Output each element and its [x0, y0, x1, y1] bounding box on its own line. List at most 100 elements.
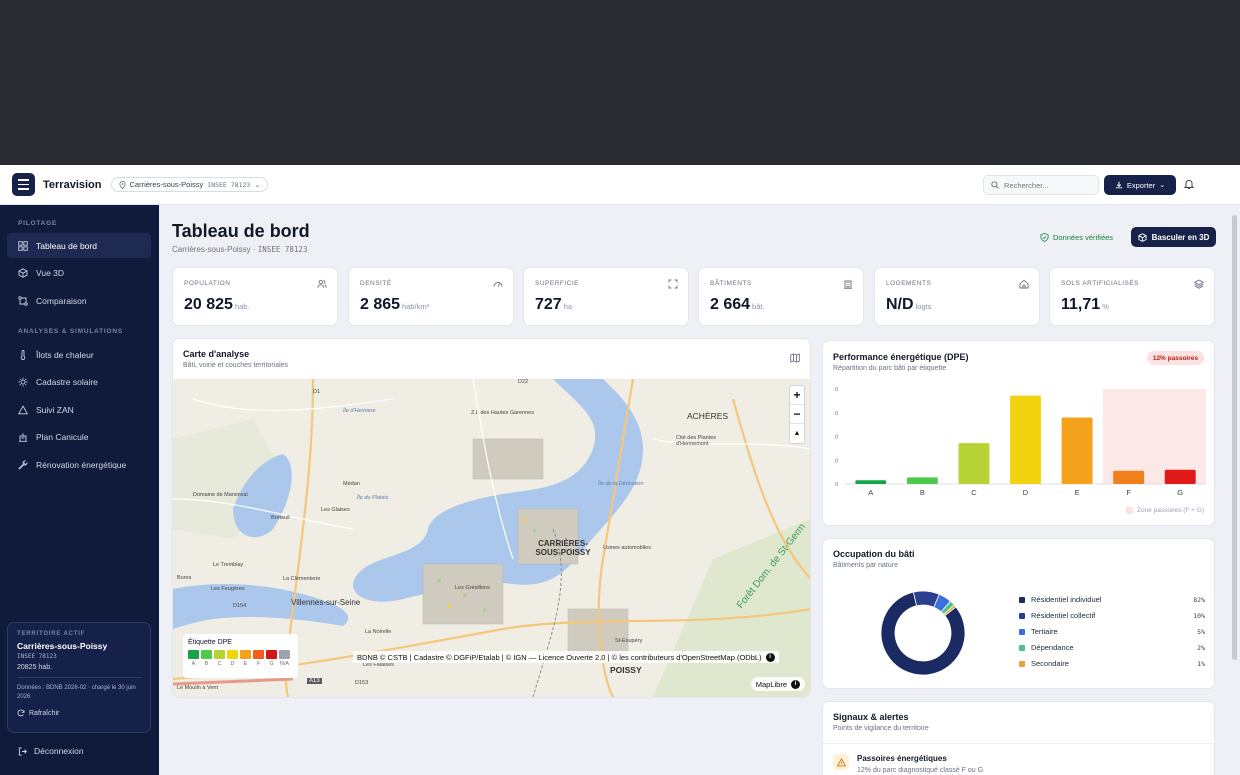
dpe-bar[interactable]: [1010, 395, 1041, 484]
search-icon: [991, 181, 999, 189]
map-card-subtitle: Bâti, voirie et couches territoriales: [183, 362, 289, 369]
toggle-3d-label: Basculer en 3D: [1151, 232, 1210, 242]
refresh-icon: [17, 709, 25, 717]
info-icon[interactable]: i: [765, 652, 775, 662]
kpi-label: LOGEMENTS: [886, 280, 932, 287]
sidebar-item-energy-renovation[interactable]: Rénovation énergétique: [7, 452, 151, 477]
kpi-value: 727: [535, 296, 562, 313]
sidebar-item-heat-islands[interactable]: Îlots de chaleur: [7, 342, 151, 367]
map-layers-icon[interactable]: [790, 353, 800, 363]
refresh-button[interactable]: Rafraîchir: [17, 709, 141, 717]
legend-swatch: [1019, 644, 1025, 651]
occupation-legend-item: Secondaire 1%: [1019, 659, 1205, 668]
map-place-label: Les Glaises: [321, 507, 350, 513]
dpe-bar[interactable]: [1164, 469, 1196, 484]
divider: [17, 677, 141, 678]
map-zoom-controls: + − ▲: [789, 385, 805, 444]
map-road-label: D22: [518, 379, 529, 385]
refresh-button-label: Rafraîchir: [29, 709, 60, 717]
verified-badge: Données vérifiées: [1040, 233, 1113, 242]
legend-swatch: [1019, 628, 1025, 635]
x-tick-label: C: [971, 488, 977, 497]
compare-icon: [18, 295, 28, 306]
legend-swatch: [1019, 596, 1025, 603]
dpe-legend-swatch: [266, 650, 277, 659]
kpi-value-row: 2 865 hab/km²: [360, 296, 502, 314]
sun-icon: [18, 377, 28, 386]
page-title: Tableau de bord: [172, 221, 310, 241]
maplibre-label: MapLibre: [755, 679, 787, 689]
compass-button[interactable]: ▲: [790, 424, 804, 443]
gauge-icon: [493, 282, 503, 287]
kpi-value: 2 664: [710, 296, 751, 313]
sidebar-section-pilotage: PILOTAGE: [18, 220, 58, 227]
alerts-card-subtitle: Points de vigilance du territoire: [833, 725, 929, 732]
dpe-legend-swatch: [214, 650, 225, 659]
search-input[interactable]: [1004, 180, 1094, 190]
dpe-bar[interactable]: [1113, 470, 1145, 484]
export-button[interactable]: Exporter ⌄: [1104, 175, 1176, 195]
x-tick-label: G: [1177, 488, 1183, 497]
map-place-label: Domaine de Marsinval: [193, 492, 248, 498]
sidebar-item-comparison[interactable]: Comparaison: [7, 288, 151, 313]
bell-icon[interactable]: [1183, 178, 1195, 190]
dpe-card-subtitle: Répartition du parc bâti par étiquette: [833, 365, 947, 372]
map-place-label: Le Tremblay: [213, 562, 244, 568]
dpe-bar[interactable]: [1061, 417, 1093, 485]
top-bar: Terravision Carrières-sous-Poissy INSEE …: [0, 165, 1240, 205]
map-card-title: Carte d'analyse: [183, 349, 250, 359]
map-place-label: CARRIÈRES-SOUS-POISSY: [535, 539, 591, 557]
kpi-unit: logts: [915, 302, 932, 311]
active-territory-card: TERRITOIRE ACTIF Carrières-sous-Poissy I…: [7, 622, 151, 733]
toggle-3d-button[interactable]: Basculer en 3D: [1131, 227, 1216, 247]
occupation-donut-chart: [880, 590, 966, 676]
info-icon[interactable]: i: [791, 679, 800, 689]
legend-label: Secondaire: [1031, 659, 1069, 668]
passoires-badge: 12% passoires: [1146, 351, 1204, 365]
kpi-unit: hab/km²: [402, 302, 430, 311]
map-place-label: Breteuil: [271, 515, 290, 521]
zoom-out-button[interactable]: −: [790, 405, 804, 424]
legend-label: Résidentiel collectif: [1031, 611, 1096, 620]
download-icon: [1115, 181, 1123, 189]
dpe-legend-label: N/A: [279, 661, 290, 667]
sidebar-item-heatwave-plan[interactable]: Plan Canicule: [7, 424, 151, 449]
page-subtitle-name: Carrières-sous-Poissy ·: [172, 245, 258, 254]
dpe-bar[interactable]: [958, 443, 990, 484]
logout-button[interactable]: Déconnexion: [18, 746, 84, 756]
brand-name: Terravision: [43, 178, 102, 191]
sidebar-item-solar-cadastre[interactable]: Cadastre solaire: [7, 369, 151, 394]
alert-item[interactable]: Passoires énergétiques 12% du parc diagn…: [823, 743, 1214, 775]
page-subtitle: Carrières-sous-Poissy · INSEE 78123: [172, 245, 307, 254]
kpi-buildings: BÂTIMENTS 2 664 bât.: [698, 267, 864, 326]
legend-label: Dépendance: [1031, 643, 1074, 652]
territory-selector-insee: INSEE 78123: [207, 180, 251, 189]
search-box[interactable]: [983, 175, 1099, 195]
legend-swatch: [1019, 612, 1025, 619]
legend-percent: 10%: [1193, 611, 1205, 620]
map-place-label: Bures: [177, 575, 192, 581]
territory-selector[interactable]: Carrières-sous-Poissy INSEE 78123 ⌄: [110, 177, 269, 192]
map-road-label: A13: [307, 678, 322, 684]
main-scrollbar[interactable]: [1232, 215, 1237, 660]
dpe-bar[interactable]: [855, 480, 887, 484]
dpe-legend-swatch: [201, 650, 212, 659]
dpe-card: Performance énergétique (DPE) Répartitio…: [822, 340, 1215, 526]
menu-toggle-button[interactable]: [12, 173, 35, 196]
map-place-label: La Clémenterie: [283, 576, 321, 582]
sidebar-item-dashboard[interactable]: Tableau de bord: [7, 233, 151, 258]
map-canvas[interactable]: ACHÈRES CARRIÈRES-SOUS-POISSY POISSY Vil…: [173, 379, 810, 697]
zoom-in-button[interactable]: +: [790, 386, 804, 405]
occupation-card-title: Occupation du bâti: [833, 549, 915, 559]
kpi-label: POPULATION: [184, 280, 231, 287]
zone-swatch: [1125, 507, 1133, 514]
sidebar-item-3d-view[interactable]: Vue 3D: [7, 260, 151, 285]
kpi-unit: %: [1102, 302, 1109, 311]
dpe-bar[interactable]: [906, 477, 938, 484]
legend-swatch: [1019, 660, 1025, 667]
app-window: Terravision Carrières-sous-Poissy INSEE …: [0, 165, 1240, 775]
alert-description: 12% du parc diagnostiqué classé F ou G: [857, 767, 984, 774]
kpi-unit: ha: [563, 302, 573, 311]
building-icon: [19, 432, 27, 442]
sidebar-item-zan-tracking[interactable]: Suivi ZAN: [7, 397, 151, 422]
